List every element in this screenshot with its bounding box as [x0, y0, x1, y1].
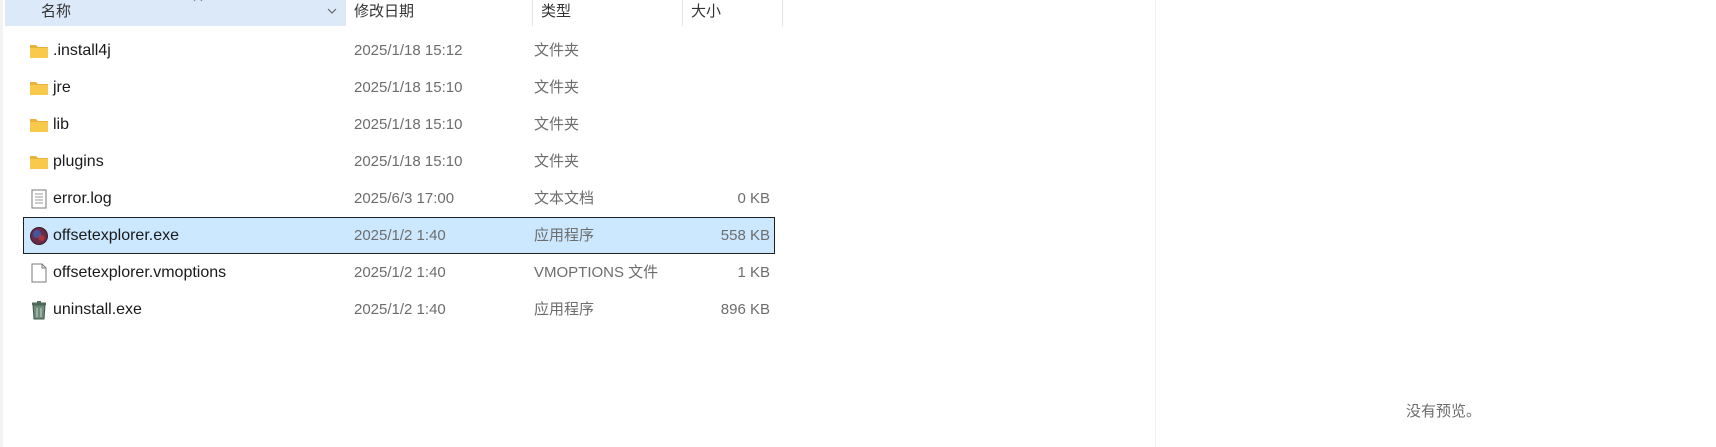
column-header-bar: 名称 修改日期 类型 大小 [5, 0, 783, 26]
column-header-type-label: 类型 [541, 3, 572, 20]
file-date: 2025/1/2 1:40 [354, 301, 446, 318]
column-header-date-label: 修改日期 [354, 3, 415, 20]
file-name: offsetexplorer.vmoptions [53, 264, 227, 281]
file-date: 2025/6/3 17:00 [354, 190, 455, 207]
file-list: .install4j 2025/1/18 15:12 文件夹 jre 2025/1/18… [23, 32, 775, 328]
column-header-type[interactable]: 类型 [533, 0, 683, 26]
file-date: 2025/1/18 15:10 [354, 153, 463, 170]
file-name: error.log [53, 190, 112, 207]
column-header-name-label: 名称 [41, 3, 72, 20]
file-row[interactable]: plugins 2025/1/18 15:10 文件夹 [23, 143, 775, 180]
file-explorer-window: 名称 修改日期 类型 大小 .install4j 2025/1/18 15:12 文… [0, 0, 1716, 447]
column-header-size[interactable]: 大小 [683, 0, 783, 26]
file-type: 文件夹 [534, 79, 580, 96]
file-type: 文件夹 [534, 42, 580, 59]
column-header-date[interactable]: 修改日期 [346, 0, 533, 26]
folder-icon [29, 41, 49, 61]
file-type: 应用程序 [534, 227, 595, 244]
uninstall-app-icon [29, 300, 49, 320]
offsetexplorer-app-icon [29, 226, 49, 246]
file-type: 应用程序 [534, 301, 595, 318]
file-name: offsetexplorer.exe [53, 227, 180, 244]
no-preview-text: 没有预览。 [1406, 403, 1482, 420]
file-date: 2025/1/18 15:10 [354, 79, 463, 96]
file-row[interactable]: uninstall.exe 2025/1/2 1:40 应用程序 896 KB [23, 291, 775, 328]
file-size: 896 KB [720, 301, 770, 318]
file-name: plugins [53, 153, 104, 170]
folder-icon [29, 152, 49, 172]
file-type: 文件夹 [534, 116, 580, 133]
chevron-down-icon[interactable] [325, 4, 339, 18]
file-size: 1 KB [737, 264, 770, 281]
file-date: 2025/1/18 15:12 [354, 42, 463, 59]
column-header-name[interactable]: 名称 [5, 0, 346, 26]
preview-pane: 没有预览。 [1156, 0, 1716, 447]
file-row[interactable]: jre 2025/1/18 15:10 文件夹 [23, 69, 775, 106]
file-size: 0 KB [737, 190, 770, 207]
left-edge [0, 0, 3, 447]
file-name: jre [53, 79, 71, 96]
sort-ascending-icon [193, 0, 203, 2]
file-type: VMOPTIONS 文件 [534, 264, 659, 281]
file-type: 文本文档 [534, 190, 595, 207]
file-row[interactable]: offsetexplorer.vmoptions 2025/1/2 1:40 VMO… [23, 254, 775, 291]
file-type: 文件夹 [534, 153, 580, 170]
file-date: 2025/1/18 15:10 [354, 116, 463, 133]
folder-icon [29, 78, 49, 98]
file-row-selected[interactable]: offsetexplorer.exe 2025/1/2 1:40 应用程序 558 K… [23, 217, 775, 254]
text-document-icon [29, 189, 49, 209]
folder-icon [29, 115, 49, 135]
file-row[interactable]: .install4j 2025/1/18 15:12 文件夹 [23, 32, 775, 69]
column-header-size-label: 大小 [691, 3, 722, 20]
file-date: 2025/1/2 1:40 [354, 227, 446, 244]
file-size: 558 KB [720, 227, 770, 244]
file-date: 2025/1/2 1:40 [354, 264, 446, 281]
file-name: uninstall.exe [53, 301, 142, 318]
file-row[interactable]: lib 2025/1/18 15:10 文件夹 [23, 106, 775, 143]
file-row[interactable]: error.log 2025/6/3 17:00 文本文档 0 KB [23, 180, 775, 217]
file-name: .install4j [53, 42, 111, 59]
blank-file-icon [29, 263, 49, 283]
file-name: lib [53, 116, 70, 133]
